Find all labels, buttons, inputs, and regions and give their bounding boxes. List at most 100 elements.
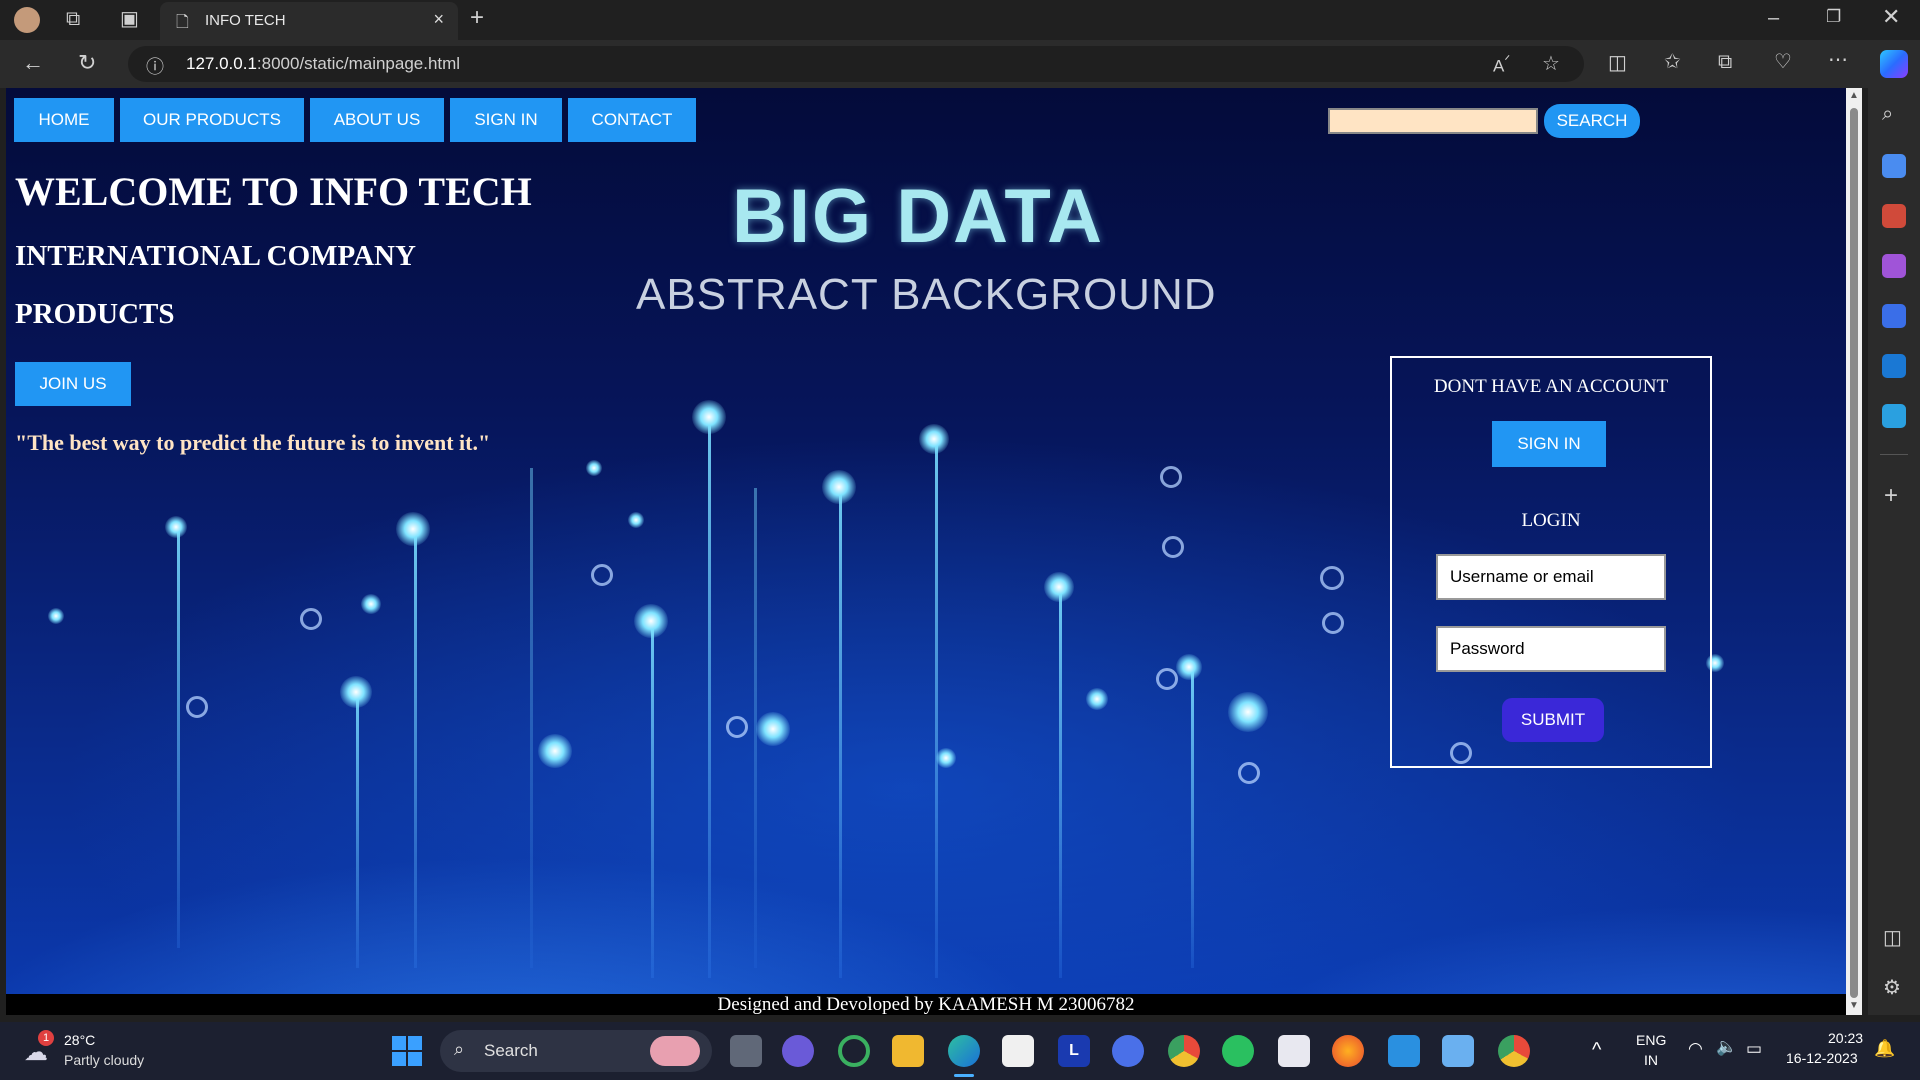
- nav-our-products-button[interactable]: OUR PRODUCTS: [120, 98, 304, 142]
- page-viewport: HOME OUR PRODUCTS ABOUT US SIGN IN CONTA…: [6, 88, 1846, 1015]
- page-scrollbar[interactable]: ▲ ▼: [1846, 88, 1862, 1015]
- nav-contact-button[interactable]: CONTACT: [568, 98, 696, 142]
- taskbar-search-icon: ⌕: [454, 1039, 465, 1059]
- restore-icon[interactable]: ❐: [1826, 8, 1841, 25]
- add-sidebar-app-icon[interactable]: +: [1884, 484, 1898, 508]
- submit-button[interactable]: SUBMIT: [1502, 698, 1604, 742]
- volume-icon[interactable]: 🔈: [1716, 1038, 1737, 1055]
- weather-temp: 28°C: [64, 1032, 96, 1048]
- nav-about-us-button[interactable]: ABOUT US: [310, 98, 444, 142]
- show-hidden-icons-icon[interactable]: ^: [1592, 1040, 1601, 1060]
- file-explorer-icon[interactable]: [892, 1035, 924, 1067]
- firefox-icon[interactable]: [1332, 1035, 1364, 1067]
- new-tab-icon[interactable]: +: [470, 6, 484, 30]
- international-company-heading: INTERNATIONAL COMPANY: [15, 240, 416, 272]
- search-highlight-icon: [650, 1036, 700, 1066]
- no-account-text: DONT HAVE AN ACCOUNT: [1433, 376, 1669, 397]
- edge-active-indicator: [954, 1074, 974, 1077]
- edge-sidebar: ⌕ + ◫ ⚙: [1868, 88, 1920, 1015]
- copilot-icon[interactable]: [1880, 50, 1908, 78]
- chrome-icon[interactable]: [1168, 1035, 1200, 1067]
- login-box: DONT HAVE AN ACCOUNT SIGN IN LOGIN Usern…: [1390, 356, 1712, 768]
- tab-actions-icon[interactable]: ▣: [120, 9, 139, 29]
- username-input[interactable]: Username or email: [1436, 554, 1666, 600]
- favorite-star-icon[interactable]: ☆: [1542, 51, 1560, 76]
- edge-browser-icon[interactable]: [948, 1035, 980, 1067]
- search-button[interactable]: SEARCH: [1544, 104, 1640, 138]
- shopping-tag-icon[interactable]: [1882, 154, 1906, 178]
- login-heading: LOGIN: [1521, 510, 1581, 531]
- browser-tab-bar: ⧉ ▣ 🗋 INFO TECH × + – ❐ ✕: [0, 0, 1920, 40]
- background-title: BIG DATA: [732, 174, 1105, 259]
- nav-sign-in-button[interactable]: SIGN IN: [450, 98, 562, 142]
- sidebar-search-icon[interactable]: ⌕: [1882, 104, 1893, 124]
- workspaces-icon[interactable]: ⧉: [66, 9, 80, 29]
- refresh-icon[interactable]: ↻: [78, 52, 96, 74]
- language-bottom[interactable]: IN: [1644, 1052, 1658, 1068]
- page-icon: 🗋: [176, 14, 189, 31]
- read-aloud-icon[interactable]: Aᐟ: [1493, 53, 1510, 77]
- quote-text: "The best way to predict the future is t…: [15, 430, 491, 455]
- nav-home-button[interactable]: HOME: [14, 98, 114, 142]
- minimize-icon[interactable]: –: [1768, 8, 1779, 28]
- close-window-icon[interactable]: ✕: [1882, 6, 1900, 28]
- browser-tab[interactable]: 🗋 INFO TECH ×: [160, 2, 458, 40]
- arc-app-icon[interactable]: [1112, 1035, 1144, 1067]
- games-icon[interactable]: [1882, 254, 1906, 278]
- address-bar-row: ← ↻ ⓘ 127.0.0.1:8000/static/mainpage.htm…: [0, 40, 1920, 88]
- refresh-app-icon[interactable]: [838, 1035, 870, 1067]
- more-options-icon[interactable]: ⋯: [1828, 50, 1848, 70]
- login-box-sign-in-button[interactable]: SIGN IN: [1492, 421, 1606, 467]
- url-field[interactable]: ⓘ 127.0.0.1:8000/static/mainpage.html Aᐟ…: [128, 46, 1584, 82]
- battery-icon[interactable]: ▭: [1746, 1040, 1762, 1057]
- url-text: 127.0.0.1:8000/static/mainpage.html: [186, 54, 461, 73]
- whatsapp-icon[interactable]: [1222, 1035, 1254, 1067]
- start-button-icon[interactable]: [392, 1036, 422, 1066]
- teams-chat-icon[interactable]: [782, 1035, 814, 1067]
- scroll-up-icon[interactable]: ▲: [1849, 90, 1859, 101]
- weather-badge: 1: [38, 1030, 54, 1046]
- outlook-icon[interactable]: [1882, 354, 1906, 378]
- collections-icon[interactable]: ⧉: [1718, 52, 1732, 72]
- scroll-thumb[interactable]: [1850, 108, 1858, 998]
- welcome-heading: WELCOME TO INFO TECH: [15, 169, 532, 214]
- notepad-icon[interactable]: [1442, 1035, 1474, 1067]
- products-heading: PRODUCTS: [15, 298, 175, 330]
- split-screen-icon[interactable]: ◫: [1608, 53, 1627, 73]
- clock-time[interactable]: 20:23: [1828, 1030, 1863, 1046]
- close-tab-icon[interactable]: ×: [433, 9, 444, 30]
- document-app-icon[interactable]: [1278, 1035, 1310, 1067]
- wifi-icon[interactable]: ◠: [1688, 1040, 1703, 1057]
- sidebar-divider: [1880, 454, 1908, 455]
- password-input[interactable]: Password: [1436, 626, 1666, 672]
- notification-bell-icon[interactable]: 🔔: [1874, 1040, 1895, 1057]
- taskbar-search[interactable]: ⌕ Search: [440, 1030, 712, 1072]
- weather-desc: Partly cloudy: [64, 1052, 145, 1068]
- tab-title: INFO TECH: [205, 12, 286, 29]
- vscode-icon[interactable]: [1388, 1035, 1420, 1067]
- chrome-profile-icon[interactable]: [1498, 1035, 1530, 1067]
- weather-widget[interactable]: ☁ 1 28°C Partly cloudy: [20, 1030, 170, 1072]
- windows-taskbar: ☁ 1 28°C Partly cloudy ⌕ Search L ^ ENG …: [0, 1022, 1920, 1080]
- back-icon[interactable]: ←: [22, 52, 44, 74]
- tools-briefcase-icon[interactable]: [1882, 204, 1906, 228]
- hide-sidebar-icon[interactable]: ◫: [1883, 928, 1902, 948]
- copilot-sidebar-icon[interactable]: [1882, 304, 1906, 328]
- footer-credit: Designed and Devoloped by KAAMESH M 2300…: [6, 994, 1846, 1015]
- microsoft-store-icon[interactable]: [1002, 1035, 1034, 1067]
- favorites-icon[interactable]: ✩: [1664, 52, 1681, 72]
- profile-avatar[interactable]: [14, 7, 40, 33]
- browser-essentials-icon[interactable]: ♡: [1774, 52, 1792, 72]
- language-top[interactable]: ENG: [1636, 1032, 1666, 1048]
- scroll-down-icon[interactable]: ▼: [1849, 1000, 1859, 1011]
- send-icon[interactable]: [1882, 404, 1906, 428]
- task-view-icon[interactable]: [730, 1035, 762, 1067]
- join-us-button[interactable]: JOIN US: [15, 362, 131, 406]
- sidebar-settings-icon[interactable]: ⚙: [1883, 978, 1901, 998]
- background-subtitle: ABSTRACT BACKGROUND: [636, 270, 1217, 319]
- l-app-icon[interactable]: L: [1058, 1035, 1090, 1067]
- site-info-icon[interactable]: ⓘ: [146, 53, 164, 79]
- clock-date[interactable]: 16-12-2023: [1786, 1050, 1858, 1066]
- taskbar-search-label: Search: [484, 1041, 538, 1060]
- search-input[interactable]: [1328, 108, 1538, 134]
